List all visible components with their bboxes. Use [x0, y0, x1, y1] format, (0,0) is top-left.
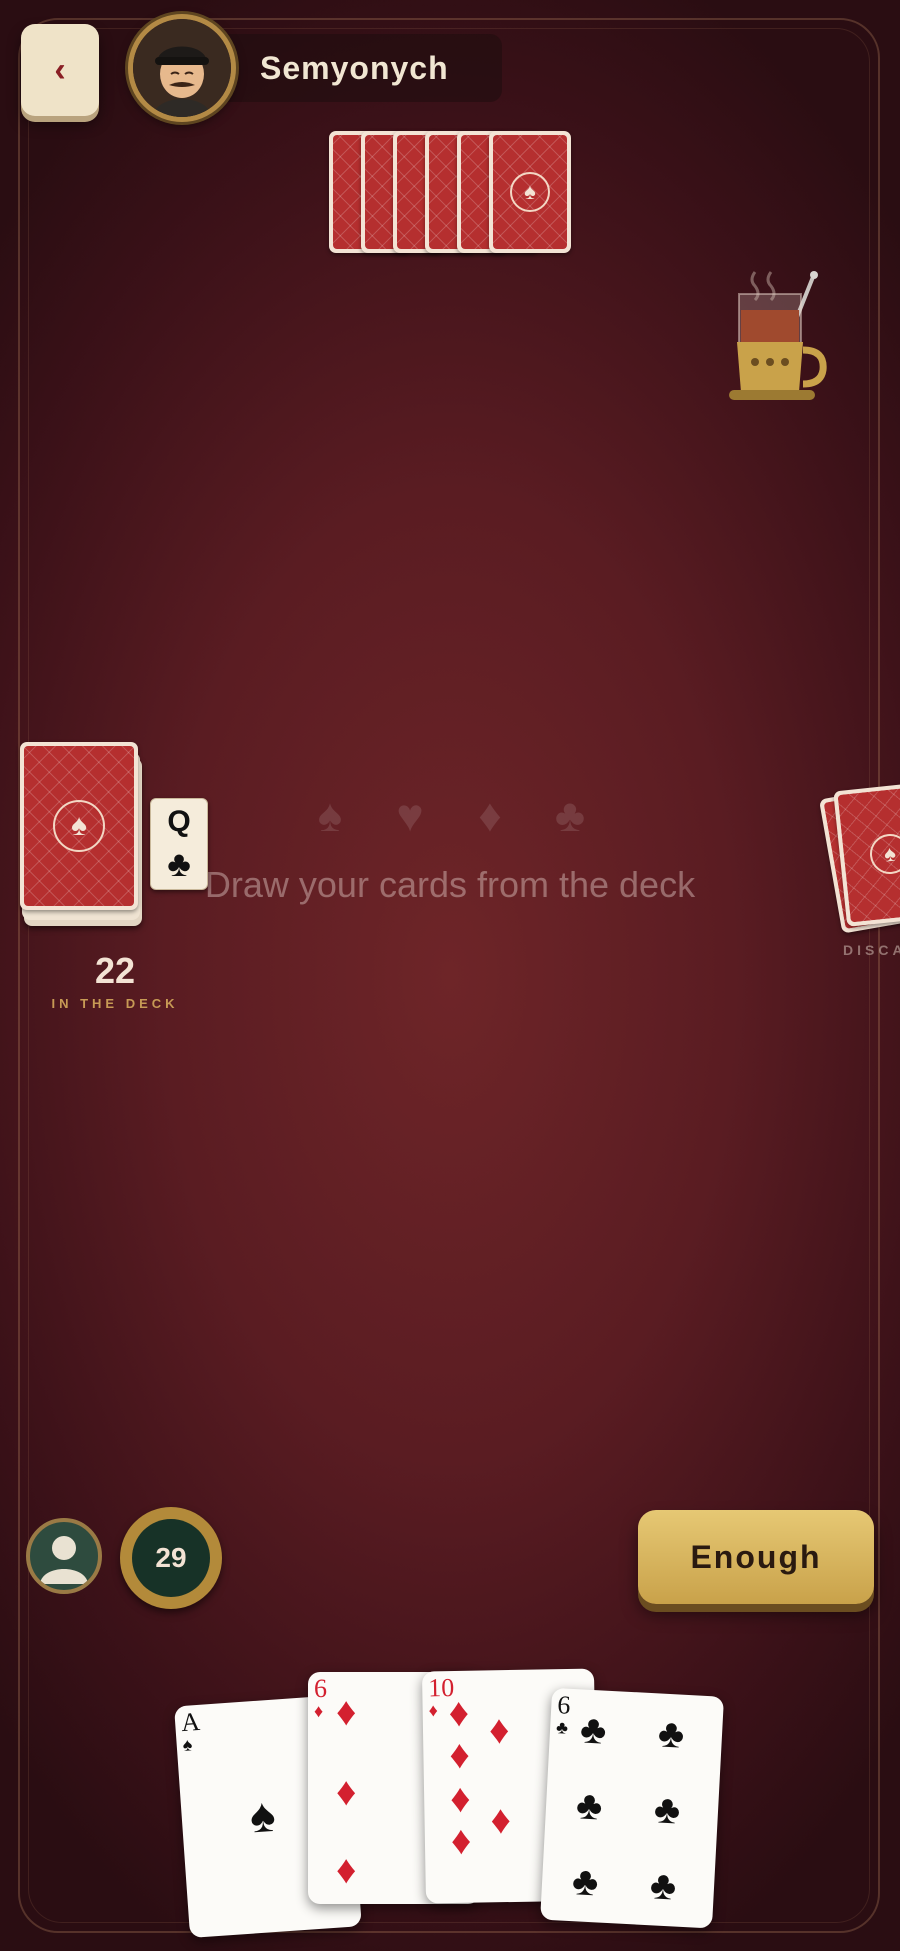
- card-rank: 6: [556, 1690, 572, 1720]
- opponent-avatar[interactable]: [128, 14, 236, 122]
- club-icon: ♣: [167, 843, 191, 884]
- spade-icon: ♠: [317, 789, 343, 841]
- diamond-icon: ♦: [488, 1708, 510, 1753]
- card-rank: 6: [314, 1674, 327, 1703]
- club-icon: ♣: [648, 1863, 678, 1909]
- diamond-icon: ♦: [336, 1848, 357, 1892]
- enough-button[interactable]: Enough: [638, 1510, 874, 1604]
- diamond-icon: ♦: [428, 1700, 439, 1721]
- spade-emblem-icon: ♠: [53, 800, 105, 852]
- diamond-icon: ♦: [448, 1690, 470, 1736]
- club-icon: ♣: [656, 1711, 686, 1757]
- diamond-icon: ♦: [314, 1701, 324, 1721]
- club-icon: ♣: [554, 789, 586, 841]
- trump-card: Q ♣: [150, 798, 208, 890]
- deck-count: 22: [94, 950, 136, 991]
- diamond-icon: ♦: [478, 789, 502, 841]
- diamond-icon: ♦: [449, 1776, 471, 1822]
- discard-label: DISCARD: [843, 942, 900, 958]
- draw-deck[interactable]: ♠: [20, 742, 145, 932]
- timer-value: 29: [132, 1519, 210, 1597]
- suit-row: ♠ ♥ ♦ ♣: [300, 789, 600, 841]
- diamond-icon: ♦: [449, 1732, 471, 1778]
- draw-prompt: Draw your cards from the deck: [204, 864, 696, 905]
- club-icon: ♣: [578, 1707, 608, 1753]
- heart-icon: ♥: [396, 789, 424, 841]
- back-button[interactable]: ‹: [21, 24, 99, 116]
- tea-glass-icon: [725, 262, 840, 407]
- club-icon: ♣: [555, 1717, 569, 1738]
- trump-rank: Q: [167, 805, 191, 838]
- opponent-name-plate: Semyonych: [210, 34, 502, 102]
- spade-emblem-icon: ♠: [510, 172, 550, 212]
- card-rank: A: [180, 1706, 201, 1738]
- deck-label: IN THE DECK: [51, 996, 179, 1011]
- turn-timer: 29: [120, 1507, 222, 1609]
- hand-card[interactable]: 6 ♣ ♣ ♣ ♣ ♣ ♣ ♣: [540, 1687, 725, 1929]
- diamond-icon: ♦: [490, 1798, 512, 1843]
- club-icon: ♣: [571, 1859, 600, 1905]
- club-icon: ♣: [652, 1787, 682, 1833]
- spade-icon: ♠: [248, 1788, 278, 1844]
- spade-emblem-icon: ♠: [868, 832, 900, 876]
- diamond-icon: ♦: [450, 1818, 472, 1864]
- player-avatar[interactable]: [26, 1518, 102, 1594]
- diamond-icon: ♦: [336, 1770, 357, 1814]
- deck-top-card[interactable]: ♠: [20, 742, 138, 910]
- spade-icon: ♠: [182, 1734, 193, 1756]
- opponent-name: Semyonych: [260, 49, 449, 86]
- opponent-card-back: ♠: [489, 131, 571, 253]
- chevron-left-icon: ‹: [54, 50, 66, 89]
- diamond-icon: ♦: [336, 1690, 357, 1734]
- club-icon: ♣: [574, 1783, 604, 1829]
